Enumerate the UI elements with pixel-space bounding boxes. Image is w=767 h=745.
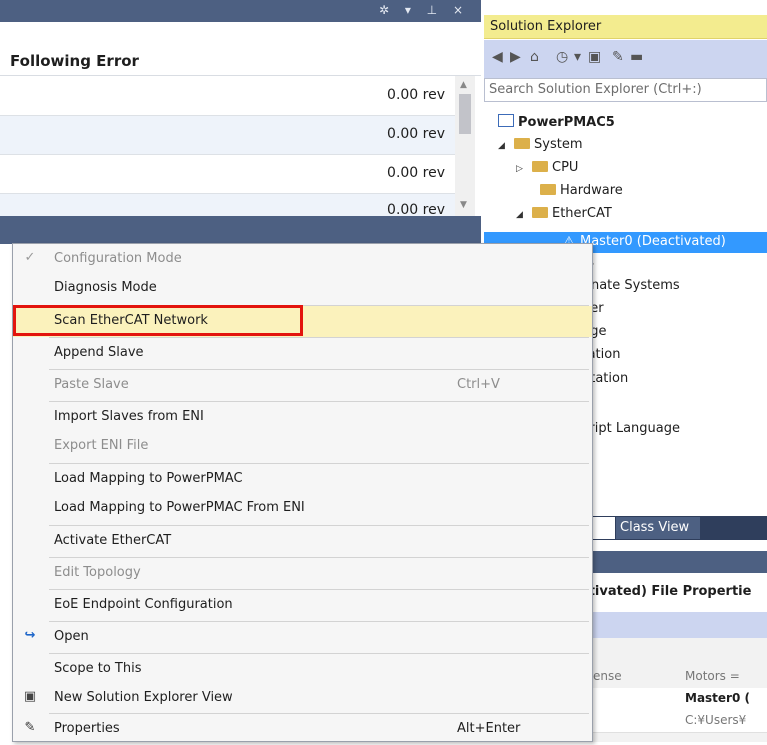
following-error-value: 0.00 rev	[387, 165, 445, 181]
following-error-value: 0.00 rev	[387, 126, 445, 142]
tree-item-label: Master0 (Deactivated)	[580, 234, 726, 249]
tab-label: Class View	[620, 520, 690, 535]
property-value: C:¥Users¥	[685, 713, 747, 727]
wrench-icon[interactable]: ✎	[612, 49, 624, 65]
properties-subtitle: ctivated) File Propertie	[575, 577, 767, 609]
properties-toolbar	[575, 612, 767, 638]
menu-item-export-eni[interactable]: Export ENI File	[13, 431, 592, 462]
property-row[interactable]: C:¥Users¥	[575, 710, 767, 733]
table-row: 0.00 rev	[0, 116, 455, 155]
collapse-icon[interactable]: ▬	[630, 49, 643, 65]
menu-item-append-slave[interactable]: Append Slave	[13, 338, 592, 369]
history-icon[interactable]: ◷	[556, 49, 568, 65]
wrench-icon: ✎	[24, 720, 36, 735]
menu-item-scope-to-this[interactable]: Scope to This	[13, 654, 592, 685]
left-panel-bottom-bar	[0, 216, 481, 244]
context-menu: ✓ Configuration Mode Diagnosis Mode Scan…	[12, 243, 593, 742]
property-row[interactable]: Master0 (	[575, 688, 767, 711]
tree-item-cpu[interactable]: ▷ CPU	[516, 160, 578, 175]
menu-item-edit-topology[interactable]: Edit Topology	[13, 558, 592, 589]
tree-item-system[interactable]: ◢ System	[498, 137, 582, 152]
back-icon[interactable]: ◀	[492, 49, 503, 65]
table-row: 0.00 rev	[0, 155, 455, 194]
shortcut-text: Alt+Enter	[457, 721, 521, 736]
folder-open-icon	[514, 138, 530, 149]
new-view-icon[interactable]: ▣	[588, 49, 601, 65]
open-arrow-icon: ↪	[24, 628, 36, 643]
tree-item-ethercat[interactable]: ◢ EtherCAT	[516, 206, 612, 221]
left-panel-titlebar: ✲ ▾ ⊥ ×	[0, 0, 481, 22]
following-error-value: 0.00 rev	[387, 87, 445, 103]
panel-window-buttons[interactable]: ✲ ▾ ⊥ ×	[379, 3, 469, 17]
menu-item-activate-ethercat[interactable]: Activate EtherCAT	[13, 526, 592, 557]
menu-item-paste-slave[interactable]: Paste Slave Ctrl+V	[13, 370, 592, 401]
folder-open-icon	[532, 207, 548, 218]
property-row[interactable]: ense Motors =	[575, 666, 767, 689]
table-row: 0.00 rev	[0, 77, 455, 116]
scroll-up-icon[interactable]: ▲	[460, 80, 467, 90]
properties-titlebar	[575, 551, 767, 573]
vertical-scrollbar[interactable]: ▲ ▼	[455, 76, 475, 216]
menu-item-open[interactable]: ↪ Open	[13, 622, 592, 653]
property-value: Master0 (	[685, 691, 750, 705]
properties-object-name: ctivated) File Propertie	[581, 584, 752, 599]
menu-item-new-solution-explorer-view[interactable]: ▣ New Solution Explorer View	[13, 683, 592, 714]
new-view-icon: ▣	[23, 689, 37, 704]
solution-explorer-search[interactable]: Search Solution Explorer (Ctrl+:)	[484, 78, 767, 102]
forward-icon[interactable]: ▶	[510, 49, 521, 65]
table-row: 0.00 rev	[0, 194, 455, 218]
column-header: Following Error	[10, 52, 139, 70]
scroll-down-icon[interactable]: ▼	[460, 200, 467, 210]
solution-explorer-titlebar: Solution Explorer	[484, 15, 767, 39]
expanded-caret-icon[interactable]: ◢	[498, 141, 508, 151]
property-key: ense	[593, 669, 622, 683]
folder-icon	[540, 184, 556, 195]
scroll-thumb[interactable]	[459, 94, 471, 134]
home-icon[interactable]: ⌂	[530, 49, 539, 65]
tab-class-view[interactable]: Class View	[616, 517, 700, 539]
properties-grid: ense Motors = Master0 ( C:¥Users¥	[575, 638, 767, 742]
menu-item-diagnosis-mode[interactable]: Diagnosis Mode	[13, 273, 592, 304]
tree-item-project[interactable]: PowerPMAC5	[498, 114, 615, 130]
shortcut-text: Ctrl+V	[457, 377, 500, 392]
menu-item-eoe-endpoint-configuration[interactable]: EoE Endpoint Configuration	[13, 590, 592, 621]
project-icon	[498, 114, 514, 127]
following-error-header: Following Error	[0, 44, 481, 76]
folder-icon	[532, 161, 548, 172]
expanded-caret-icon[interactable]: ◢	[516, 210, 526, 220]
annotation-highlight-box	[13, 305, 303, 336]
menu-item-properties[interactable]: ✎ Properties Alt+Enter	[13, 714, 592, 745]
tree-item-hardware[interactable]: Hardware	[532, 183, 623, 198]
menu-item-import-slaves[interactable]: Import Slaves from ENI	[13, 402, 592, 433]
dropdown-icon[interactable]: ▾	[574, 49, 581, 65]
property-value: Motors =	[685, 669, 740, 683]
search-placeholder: Search Solution Explorer (Ctrl+:)	[489, 82, 702, 97]
menu-item-load-mapping[interactable]: Load Mapping to PowerPMAC	[13, 464, 592, 495]
collapsed-caret-icon[interactable]: ▷	[516, 164, 526, 174]
solution-explorer-title: Solution Explorer	[490, 19, 602, 34]
check-icon: ✓	[24, 250, 36, 265]
solution-explorer-toolbar: ◀ ▶ ⌂ ◷ ▾ ▣ ✎ ▬	[484, 40, 767, 78]
menu-item-load-mapping-eni[interactable]: Load Mapping to PowerPMAC From ENI	[13, 493, 592, 524]
menu-item-configuration-mode[interactable]: ✓ Configuration Mode	[13, 244, 592, 275]
